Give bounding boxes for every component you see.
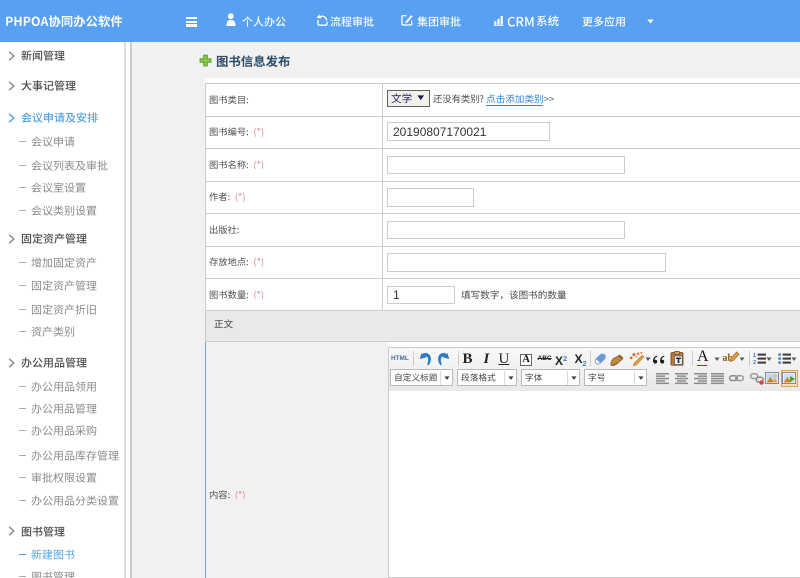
svg-text:2: 2	[753, 360, 756, 365]
svg-text:1: 1	[753, 353, 756, 359]
